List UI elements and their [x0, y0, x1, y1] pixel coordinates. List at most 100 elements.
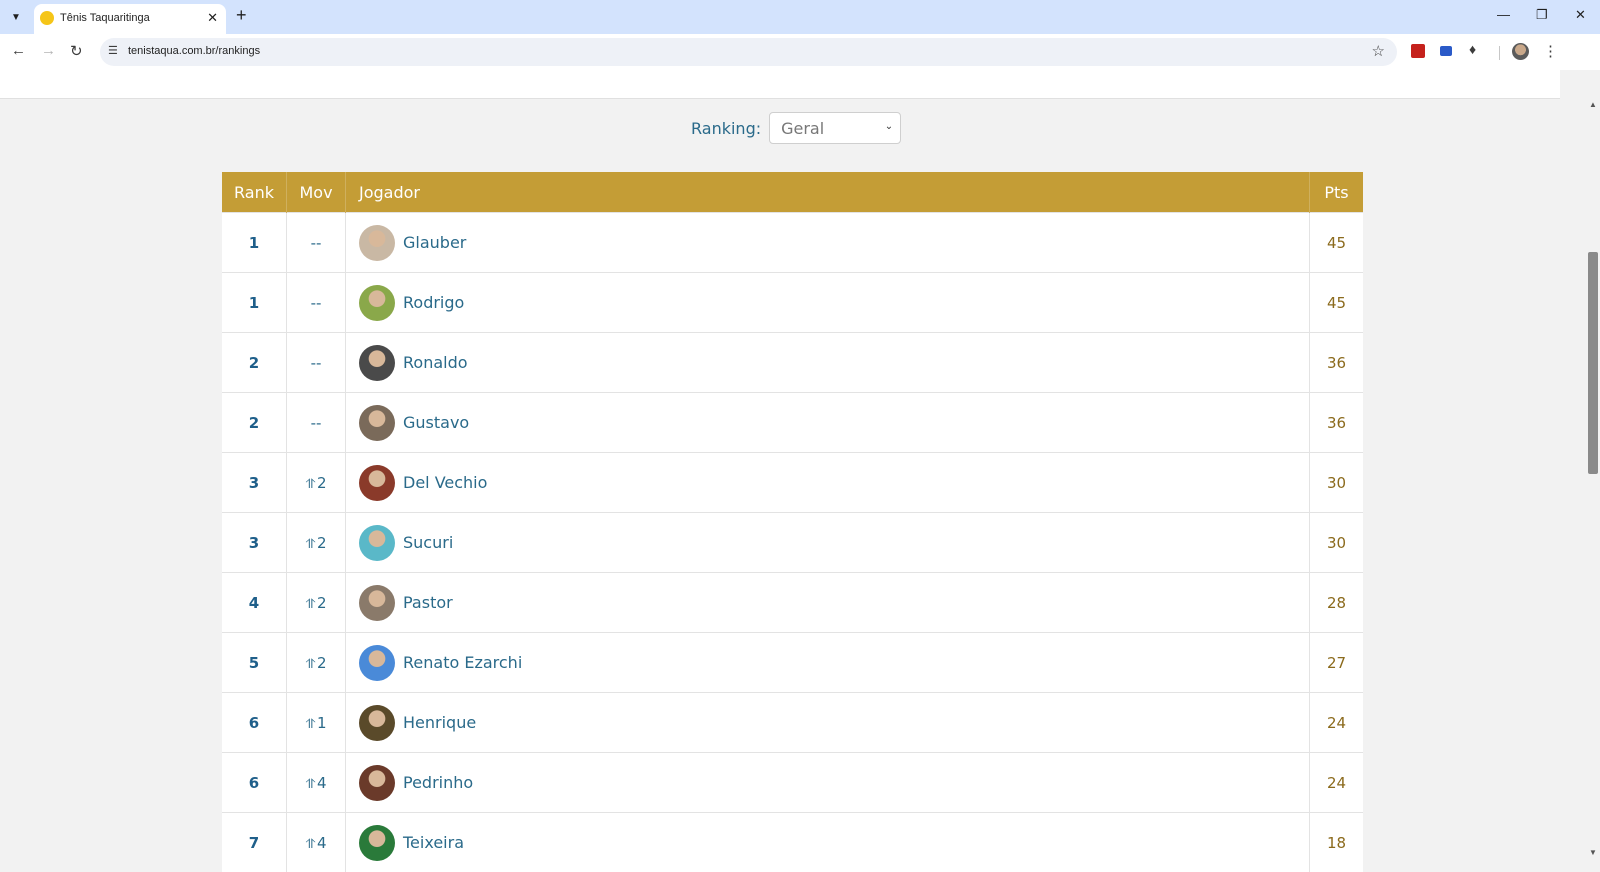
player-cell: Sucuri — [346, 513, 1310, 573]
ranking-filter-label: Ranking: — [691, 119, 761, 138]
table-row: 4⥣2Pastor28 — [222, 573, 1363, 633]
header-pts: Pts — [1310, 172, 1364, 213]
movement-cell: ⥣2 — [287, 633, 346, 693]
movement-value: 2 — [317, 534, 327, 552]
table-row: 6⥣4Pedrinho24 — [222, 753, 1363, 813]
player-link[interactable]: Ronaldo — [346, 345, 1309, 381]
tab-list-chevron-icon[interactable]: ▼ — [6, 7, 26, 27]
blue-extension-icon[interactable] — [1440, 46, 1452, 56]
movement-cell: ⥣2 — [287, 573, 346, 633]
player-name[interactable]: Renato Ezarchi — [403, 653, 522, 672]
avatar[interactable] — [359, 645, 395, 681]
player-link[interactable]: Glauber — [346, 225, 1309, 261]
scroll-up-arrow-icon[interactable]: ▲ — [1589, 100, 1597, 109]
tab-close-icon[interactable]: ✕ — [207, 10, 218, 26]
bookmark-star-icon[interactable]: ☆ — [1372, 42, 1385, 60]
movement-cell: ⥣2 — [287, 513, 346, 573]
avatar[interactable] — [359, 585, 395, 621]
page-scrollbar[interactable] — [1586, 99, 1600, 860]
movement-cell: -- — [287, 273, 346, 333]
player-link[interactable]: Teixeira — [346, 825, 1309, 861]
points-cell: 28 — [1310, 573, 1364, 633]
player-cell: Glauber — [346, 213, 1310, 273]
player-link[interactable]: Pedrinho — [346, 765, 1309, 801]
pdf-extension-icon[interactable] — [1411, 44, 1425, 58]
ranking-table: Rank Mov Jogador Pts 1--Glauber451--Rodr… — [222, 172, 1363, 872]
points-cell: 36 — [1310, 393, 1364, 453]
player-link[interactable]: Pastor — [346, 585, 1309, 621]
player-cell: Gustavo — [346, 393, 1310, 453]
rank-cell: 7 — [222, 813, 287, 872]
movement-cell: -- — [287, 333, 346, 393]
player-link[interactable]: Del Vechio — [346, 465, 1309, 501]
points-cell: 24 — [1310, 693, 1364, 753]
avatar[interactable] — [359, 765, 395, 801]
movement-value: 2 — [317, 654, 327, 672]
movement-value: 2 — [317, 474, 327, 492]
player-link[interactable]: Henrique — [346, 705, 1309, 741]
points-cell: 30 — [1310, 513, 1364, 573]
player-name[interactable]: Henrique — [403, 713, 476, 732]
player-cell: Teixeira — [346, 813, 1310, 872]
player-cell: Pedrinho — [346, 753, 1310, 813]
ranking-filter: Ranking: Geral ⌄ — [691, 112, 901, 144]
table-row: 2--Ronaldo36 — [222, 333, 1363, 393]
ranking-select[interactable]: Geral ⌄ — [769, 112, 901, 144]
avatar[interactable] — [359, 345, 395, 381]
reload-icon[interactable]: ↻ — [70, 42, 83, 60]
rank-cell: 6 — [222, 753, 287, 813]
avatar[interactable] — [359, 465, 395, 501]
movement-cell: -- — [287, 213, 346, 273]
player-name[interactable]: Gustavo — [403, 413, 469, 432]
avatar[interactable] — [359, 285, 395, 321]
browser-tab[interactable]: Tênis Taquaritinga ✕ — [34, 4, 226, 34]
forward-arrow-icon[interactable]: → — [41, 42, 56, 59]
avatar[interactable] — [359, 525, 395, 561]
header-rank: Rank — [222, 172, 287, 213]
double-chevron-up-icon: ⥣ — [306, 597, 315, 612]
browser-toolbar: ← → ↻ ☰ tenistaqua.com.br/rankings ☆ ♦ ⋮ — [0, 34, 1600, 70]
player-name[interactable]: Rodrigo — [403, 293, 464, 312]
profile-avatar[interactable] — [1512, 43, 1529, 60]
player-link[interactable]: Renato Ezarchi — [346, 645, 1309, 681]
player-cell: Henrique — [346, 693, 1310, 753]
restore-icon[interactable]: ❐ — [1536, 7, 1548, 23]
address-bar[interactable]: ☰ tenistaqua.com.br/rankings ☆ — [100, 38, 1397, 66]
player-link[interactable]: Sucuri — [346, 525, 1309, 561]
double-chevron-up-icon: ⥣ — [306, 777, 315, 792]
minimize-icon[interactable]: — — [1497, 7, 1510, 22]
avatar[interactable] — [359, 705, 395, 741]
player-link[interactable]: Gustavo — [346, 405, 1309, 441]
player-cell: Del Vechio — [346, 453, 1310, 513]
points-cell: 18 — [1310, 813, 1364, 872]
player-name[interactable]: Ronaldo — [403, 353, 468, 372]
window-close-icon[interactable]: ✕ — [1575, 7, 1586, 23]
browser-menu-icon[interactable]: ⋮ — [1543, 42, 1558, 60]
player-name[interactable]: Pastor — [403, 593, 453, 612]
avatar[interactable] — [359, 225, 395, 261]
double-chevron-up-icon: ⥣ — [306, 537, 315, 552]
new-tab-plus-icon[interactable]: + — [236, 5, 247, 26]
table-row: 3⥣2Sucuri30 — [222, 513, 1363, 573]
avatar[interactable] — [359, 405, 395, 441]
ranking-table-body: 1--Glauber451--Rodrigo452--Ronaldo362--G… — [222, 213, 1363, 872]
player-name[interactable]: Sucuri — [403, 533, 453, 552]
scrollbar-thumb[interactable] — [1588, 252, 1598, 474]
table-row: 7⥣4Teixeira18 — [222, 813, 1363, 872]
player-name[interactable]: Del Vechio — [403, 473, 487, 492]
back-arrow-icon[interactable]: ← — [11, 42, 26, 59]
avatar[interactable] — [359, 825, 395, 861]
site-info-icon[interactable]: ☰ — [108, 44, 118, 57]
address-url[interactable]: tenistaqua.com.br/rankings — [128, 45, 260, 57]
player-name[interactable]: Teixeira — [403, 833, 464, 852]
points-cell: 27 — [1310, 633, 1364, 693]
extensions-puzzle-icon[interactable]: ♦ — [1469, 41, 1476, 57]
player-name[interactable]: Glauber — [403, 233, 466, 252]
player-link[interactable]: Rodrigo — [346, 285, 1309, 321]
tennis-ball-favicon-icon — [40, 11, 54, 25]
points-cell: 45 — [1310, 213, 1364, 273]
table-row: 5⥣2Renato Ezarchi27 — [222, 633, 1363, 693]
movement-value: -- — [311, 234, 322, 252]
scroll-down-arrow-icon[interactable]: ▼ — [1589, 848, 1597, 857]
player-name[interactable]: Pedrinho — [403, 773, 473, 792]
